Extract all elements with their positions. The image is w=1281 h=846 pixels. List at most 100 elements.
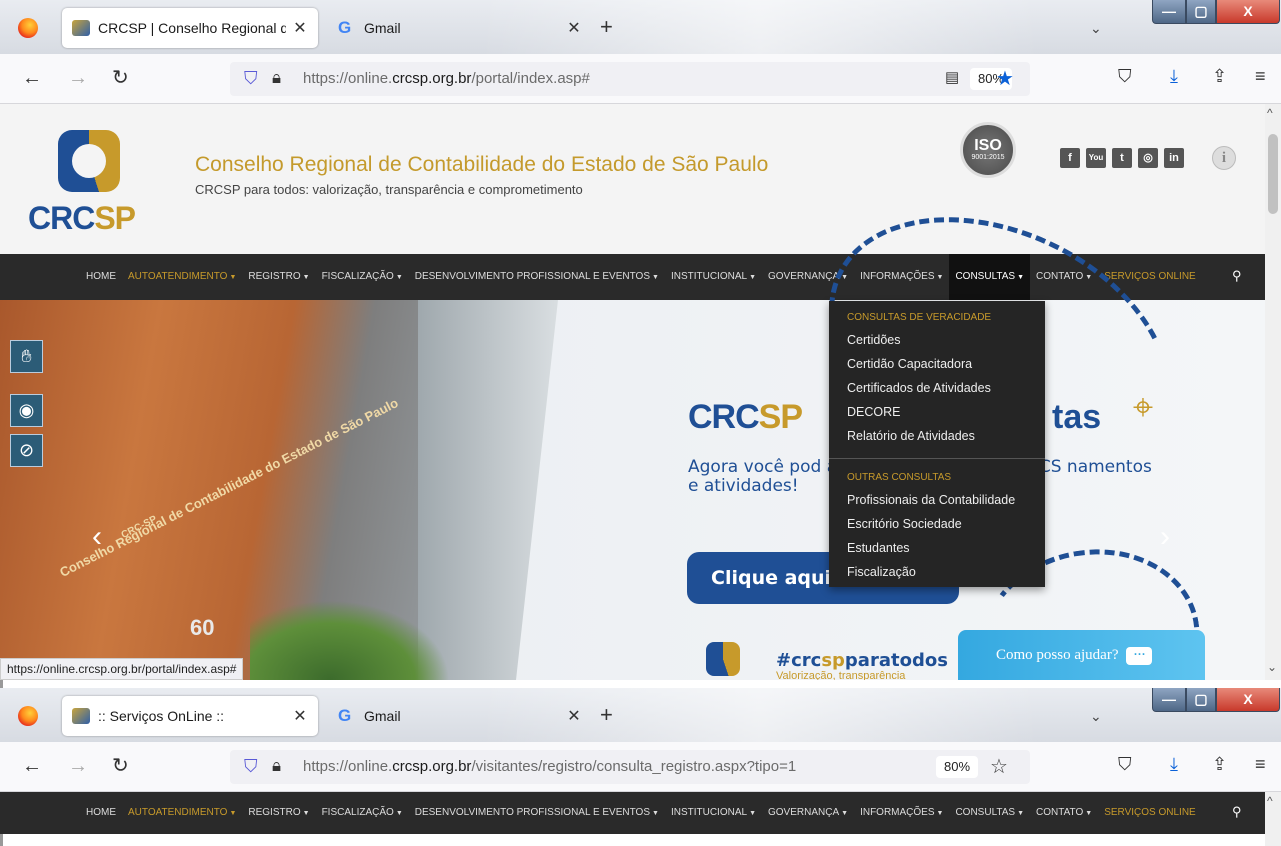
close-window-button[interactable]: X (1216, 0, 1280, 24)
lock-icon[interactable]: 🔒︎ (272, 756, 281, 776)
menu-item-informacoes[interactable]: INFORMAÇÕES ▼ (854, 792, 949, 834)
address-bar[interactable]: ⛉ 🔒︎ https://online.crcsp.org.br/visitan… (230, 750, 1030, 784)
url-text[interactable]: https://online.crcsp.org.br/portal/index… (303, 70, 590, 87)
forward-icon[interactable]: → (68, 753, 88, 779)
bookmark-star-icon[interactable]: ★ (996, 66, 1014, 91)
list-tabs-icon[interactable]: ⌄ (1090, 20, 1102, 37)
search-icon[interactable]: ⚲ (1232, 804, 1242, 820)
menu-item-governanca[interactable]: GOVERNANÇA ▼ (762, 792, 854, 834)
close-tab-icon[interactable]: ✕ (292, 18, 308, 38)
firefox-menu-icon[interactable] (18, 706, 38, 726)
instagram-icon[interactable]: ◎ (1138, 148, 1158, 168)
bookmark-star-icon[interactable]: ☆ (990, 754, 1008, 779)
reader-view-icon[interactable]: ▤ (945, 68, 959, 86)
lock-icon[interactable]: 🔒︎ (272, 68, 281, 88)
tracking-protection-icon[interactable]: ⛉ (244, 68, 258, 89)
menu-item-registro[interactable]: REGISTRO ▼ (242, 792, 315, 834)
downloads-icon[interactable]: ⤓ (1170, 66, 1178, 87)
tab-crcsp[interactable]: CRCSP | Conselho Regional de Contabilida… (62, 8, 318, 48)
crcsp-mini-logo (706, 642, 740, 676)
menu-item-autoatendimento[interactable]: AUTOATENDIMENTO ▼ (122, 254, 242, 300)
menu-icon[interactable]: ≡ (1255, 66, 1266, 87)
status-link-tooltip: https://online.crcsp.org.br/portal/index… (0, 658, 244, 680)
zoom-level[interactable]: 80% (936, 756, 979, 778)
dropdown-item-decore[interactable]: DECORE (847, 405, 900, 419)
back-icon[interactable]: ← (22, 65, 42, 91)
tab-gmail[interactable]: G Gmail ✕ (330, 696, 590, 736)
downloads-icon[interactable]: ⤓ (1170, 754, 1178, 775)
close-tab-icon[interactable]: ✕ (292, 706, 308, 726)
next-slide-icon[interactable]: › (1160, 520, 1170, 554)
tracking-protection-icon[interactable]: ⛉ (244, 756, 258, 777)
tab-title: CRCSP | Conselho Regional de Contabilida… (98, 20, 286, 36)
close-window-button[interactable]: X (1216, 688, 1280, 712)
sign-language-icon[interactable]: ✋︎ (10, 340, 43, 373)
close-tab-icon[interactable]: ✕ (566, 706, 582, 726)
pocket-icon[interactable]: ⛉ (1118, 754, 1132, 775)
maximize-button[interactable]: ▢ (1186, 688, 1216, 712)
menu-item-servicos-online[interactable]: SERVIÇOS ONLINE (1098, 792, 1202, 834)
forward-icon[interactable]: → (68, 65, 88, 91)
scroll-up-icon[interactable]: ^ (1267, 794, 1273, 808)
menu-item-registro[interactable]: REGISTRO ▼ (242, 254, 315, 300)
menu-item-autoatendimento[interactable]: AUTOATENDIMENTO ▼ (122, 792, 242, 834)
scrollbar-thumb[interactable] (1268, 134, 1278, 214)
dropdown-item-certificados[interactable]: Certificados de Atividades (847, 381, 991, 395)
hero-title: CRCSP (688, 398, 803, 436)
dropdown-item-certidao-capacitadora[interactable]: Certidão Capacitadora (847, 357, 972, 371)
hero-banner: Conselho Regional de Contabilidade do Es… (0, 165, 1265, 680)
twitter-icon[interactable]: t (1112, 148, 1132, 168)
tab-servicos-online[interactable]: :: Serviços OnLine :: ✕ (62, 696, 318, 736)
main-menu: HOME AUTOATENDIMENTO ▼ REGISTRO ▼ FISCALIZAÇÃ… (0, 792, 1265, 834)
audio-description-icon[interactable]: ◉ (10, 394, 43, 427)
info-icon[interactable]: i (1212, 146, 1236, 170)
tab-gmail[interactable]: G Gmail ✕ (330, 8, 590, 48)
dropdown-item-relatorio[interactable]: Relatório de Atividades (847, 429, 975, 443)
minimize-button[interactable]: — (1152, 688, 1186, 712)
youtube-icon[interactable]: You (1086, 148, 1106, 168)
firefox-menu-icon[interactable] (18, 18, 38, 38)
share-icon[interactable]: ⇪ (1212, 754, 1227, 775)
reload-icon[interactable]: ↻ (112, 753, 129, 779)
menu-item-consultas[interactable]: CONSULTAS ▼ (949, 792, 1030, 834)
menu-item-institucional[interactable]: INSTITUCIONAL ▼ (665, 254, 762, 300)
new-tab-button[interactable]: + (600, 702, 613, 728)
dropdown-item-estudantes[interactable]: Estudantes (847, 541, 910, 555)
reload-icon[interactable]: ↻ (112, 65, 129, 91)
prev-slide-icon[interactable]: ‹ (92, 520, 102, 554)
menu-item-home[interactable]: HOME (80, 254, 122, 300)
scroll-down-icon[interactable]: ⌄ (1267, 660, 1277, 674)
menu-icon[interactable]: ≡ (1255, 754, 1266, 775)
dropdown-item-escritorio[interactable]: Escritório Sociedade (847, 517, 962, 531)
back-icon[interactable]: ← (22, 753, 42, 779)
list-tabs-icon[interactable]: ⌄ (1090, 708, 1102, 725)
menu-item-contato[interactable]: CONTATO ▼ (1030, 792, 1098, 834)
maximize-button[interactable]: ▢ (1186, 0, 1216, 24)
close-tab-icon[interactable]: ✕ (566, 18, 582, 38)
dropdown-item-profissionais[interactable]: Profissionais da Contabilidade (847, 493, 1015, 507)
menu-item-fiscalizacao[interactable]: FISCALIZAÇÃO ▼ (316, 254, 409, 300)
menu-item-fiscalizacao[interactable]: FISCALIZAÇÃO ▼ (316, 792, 409, 834)
pocket-icon[interactable]: ⛉ (1118, 66, 1132, 87)
url-text[interactable]: https://online.crcsp.org.br/visitantes/r… (303, 758, 796, 775)
facebook-icon[interactable]: f (1060, 148, 1080, 168)
crcsp-logo[interactable]: CRCSP (28, 130, 148, 240)
scroll-up-icon[interactable]: ^ (1267, 106, 1273, 120)
new-tab-button[interactable]: + (600, 14, 613, 40)
dropdown-item-certidoes[interactable]: Certidões (847, 333, 901, 347)
menu-item-desenvolvimento-profissional-e-eventos[interactable]: DESENVOLVIMENTO PROFISSIONAL E EVENTOS ▼ (409, 792, 665, 834)
high-contrast-icon[interactable]: ⊘ (10, 434, 43, 467)
chat-widget-button[interactable]: Como posso ajudar? ··· (958, 630, 1205, 680)
address-bar[interactable]: ⛉ 🔒︎ https://online.crcsp.org.br/portal/… (230, 62, 1030, 96)
menu-item-institucional[interactable]: INSTITUCIONAL ▼ (665, 792, 762, 834)
page-scrollbar[interactable]: ^ (1265, 792, 1281, 846)
dropdown-item-fiscalizacao[interactable]: Fiscalização (847, 565, 916, 579)
share-icon[interactable]: ⇪ (1212, 66, 1227, 87)
search-icon[interactable]: ⚲ (1232, 268, 1242, 284)
menu-item-desenvolvimento-profissional-e-eventos[interactable]: DESENVOLVIMENTO PROFISSIONAL E EVENTOS ▼ (409, 254, 665, 300)
menu-item-home[interactable]: HOME (80, 792, 122, 834)
navigation-toolbar: ← → ↻ ⛉ 🔒︎ https://online.crcsp.org.br/p… (0, 54, 1281, 104)
minimize-button[interactable]: — (1152, 0, 1186, 24)
linkedin-icon[interactable]: in (1164, 148, 1184, 168)
page-scrollbar[interactable]: ^ ⌄ (1265, 104, 1281, 680)
